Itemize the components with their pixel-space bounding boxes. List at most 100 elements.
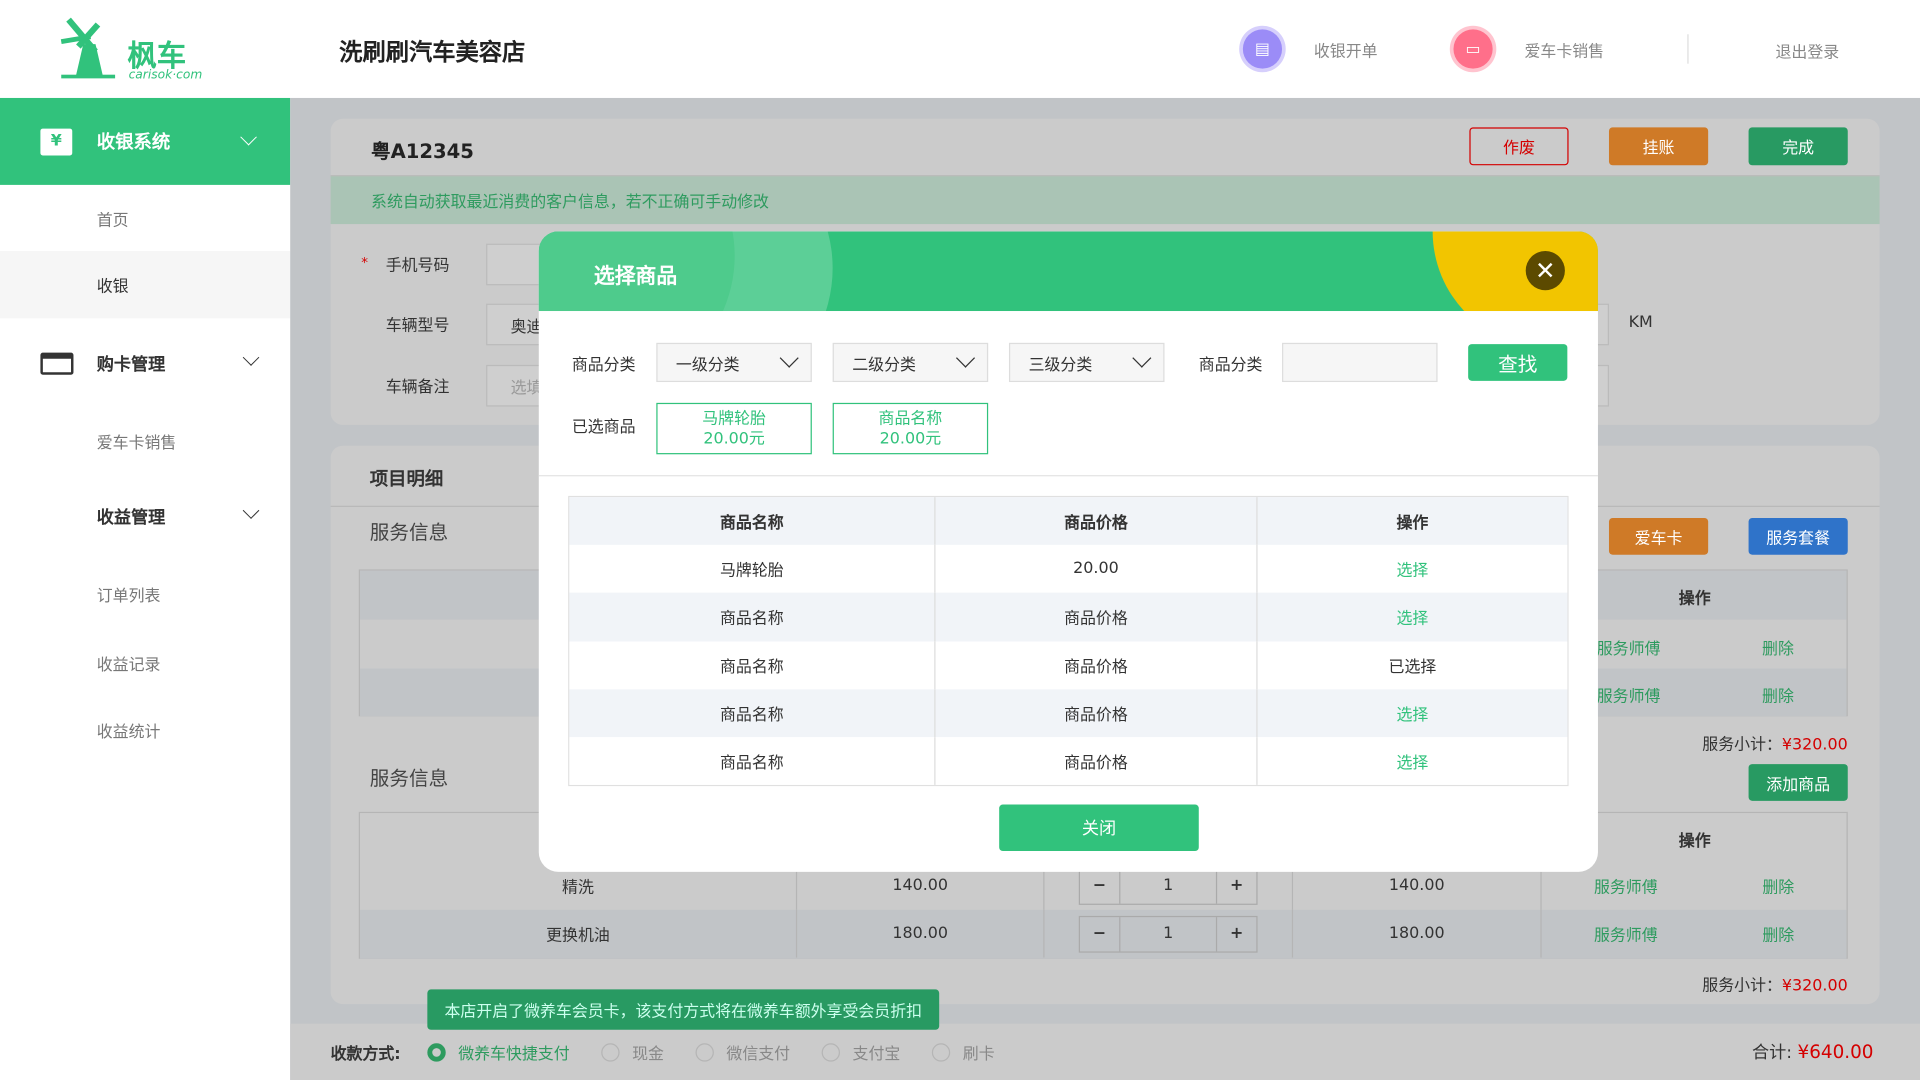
- table-header: 商品名称 商品价格 操作: [569, 497, 1568, 545]
- service-package-button[interactable]: 服务套餐: [1748, 517, 1848, 555]
- radio-icon[interactable]: [695, 1042, 715, 1062]
- car-card-button[interactable]: 爱车卡: [1608, 517, 1709, 555]
- goods-name: 商品名称: [569, 689, 936, 738]
- goods-price: 商品价格: [936, 641, 1258, 690]
- done-button[interactable]: 完成: [1748, 127, 1848, 166]
- goods-price: 20.00: [936, 544, 1258, 594]
- quantity-value[interactable]: 1: [1119, 868, 1218, 904]
- selected-label: 已选商品: [571, 418, 636, 438]
- remark-label: 车辆备注: [385, 378, 450, 397]
- model-label: 车辆型号: [385, 317, 450, 336]
- service-row: 更换机油 180.00 −1 + 180.00 服务师傅 删除: [360, 909, 1847, 958]
- table-row: 商品名称 商品价格 选择: [569, 689, 1568, 738]
- chip-name: 马牌轮胎: [702, 410, 766, 429]
- payment-option[interactable]: 支付宝: [821, 1040, 901, 1064]
- select-value: 二级分类: [852, 355, 916, 375]
- radio-icon[interactable]: [932, 1042, 951, 1062]
- goods-name: 商品名称: [569, 737, 936, 786]
- column-header: 商品名称: [569, 497, 936, 545]
- sidebar-group-cashier[interactable]: ¥ 收银系统: [0, 97, 291, 185]
- radio-icon[interactable]: [601, 1042, 620, 1062]
- close-button[interactable]: 关闭: [999, 804, 1199, 852]
- technician-link[interactable]: 服务师傅: [1594, 874, 1658, 897]
- sidebar-item-cashier[interactable]: 收银: [0, 251, 291, 319]
- payment-option[interactable]: 现金: [601, 1040, 664, 1064]
- chip-name: 商品名称: [878, 410, 943, 429]
- table-row: 商品名称 商品价格 已选择: [569, 641, 1568, 690]
- technician-link[interactable]: 服务师傅: [1597, 683, 1661, 706]
- delete-link[interactable]: 删除: [1762, 636, 1794, 658]
- selected-goods-chip[interactable]: 马牌轮胎 20.00元: [656, 402, 812, 455]
- technician-link[interactable]: 服务师傅: [1594, 922, 1658, 945]
- goods-price: 商品价格: [936, 737, 1258, 786]
- section-title: 服务信息: [369, 766, 449, 790]
- select-link[interactable]: 选择: [1258, 689, 1568, 737]
- filter-label-2: 商品分类: [1198, 356, 1263, 375]
- sidebar-item-order-list[interactable]: 订单列表: [0, 561, 290, 627]
- payment-option[interactable]: 微养车快捷支付: [427, 1040, 570, 1064]
- car-card-sales-label: 爱车卡销售: [1524, 42, 1605, 61]
- service-total: 180.00: [1293, 909, 1542, 958]
- category-select[interactable]: 一级分类: [656, 342, 812, 383]
- select-value: 一级分类: [675, 355, 740, 375]
- select-value: 三级分类: [1028, 355, 1093, 375]
- select-link[interactable]: 选择: [1258, 545, 1568, 593]
- sidebar-item-revenue-records[interactable]: 收益记录: [0, 629, 290, 695]
- select-link[interactable]: 选择: [1258, 593, 1568, 641]
- payment-option[interactable]: 刷卡: [932, 1040, 995, 1064]
- payment-option-label: 现金: [632, 1045, 664, 1064]
- quantity-value[interactable]: 1: [1119, 916, 1218, 951]
- km-unit: KM: [1628, 313, 1653, 332]
- cashier-order-link[interactable]: ▤ 收银开单: [1242, 29, 1378, 69]
- plus-icon[interactable]: +: [1217, 877, 1256, 895]
- total: 合计: ¥640.00: [1752, 1040, 1873, 1064]
- sidebar-group-revenue[interactable]: 收益管理: [0, 484, 290, 550]
- subtotal-label: 服务小计：: [1702, 735, 1782, 755]
- payment-option-label: 支付宝: [852, 1045, 901, 1064]
- close-icon[interactable]: ✕: [1525, 251, 1565, 291]
- section-title: 服务信息: [369, 520, 449, 544]
- divider: [538, 475, 1598, 477]
- table-row: 商品名称 商品价格 选择: [569, 737, 1568, 786]
- sidebar-item-revenue-stats[interactable]: 收益统计: [0, 697, 290, 763]
- radio-icon[interactable]: [821, 1042, 841, 1062]
- car-card-sales-link[interactable]: ▭ 爱车卡销售: [1453, 29, 1605, 69]
- goods-name: 商品名称: [569, 641, 936, 690]
- bill-icon: ▤: [1242, 29, 1283, 69]
- add-goods-button[interactable]: 添加商品: [1748, 764, 1848, 801]
- quantity-stepper[interactable]: −1 +: [1044, 909, 1294, 958]
- category-select[interactable]: 三级分类: [1008, 342, 1165, 383]
- radio-icon[interactable]: [427, 1042, 446, 1062]
- sidebar-item-car-card-sales[interactable]: 爱车卡销售: [0, 408, 290, 474]
- subtotal-1: 服务小计：¥320.00: [1702, 731, 1847, 754]
- sidebar-group-label: 收益管理: [96, 508, 166, 528]
- chevron-down-icon: [779, 348, 799, 368]
- sidebar-item-home[interactable]: 首页: [0, 185, 290, 251]
- selected-goods-chip[interactable]: 商品名称 20.00元: [832, 402, 989, 455]
- delete-link[interactable]: 删除: [1762, 922, 1794, 945]
- payment-option-label: 微信支付: [726, 1045, 791, 1064]
- payment-option-label: 刷卡: [962, 1045, 995, 1064]
- category-select[interactable]: 二级分类: [832, 342, 989, 383]
- delete-link[interactable]: 删除: [1762, 874, 1794, 897]
- subtotal-value: ¥320.00: [1781, 977, 1848, 996]
- payment-option[interactable]: 微信支付: [695, 1040, 791, 1064]
- table-row: 马牌轮胎 20.00 选择: [569, 544, 1568, 594]
- payment-option-label: 微养车快捷支付: [458, 1045, 570, 1064]
- category-search-input[interactable]: [1282, 342, 1438, 383]
- search-button[interactable]: 查找: [1468, 344, 1568, 381]
- service-name: 更换机油: [360, 909, 798, 958]
- delete-link[interactable]: 删除: [1762, 683, 1794, 706]
- logout-link[interactable]: 退出登录: [1776, 39, 1840, 62]
- subtotal-2: 服务小计：¥320.00: [1702, 972, 1847, 995]
- minus-icon[interactable]: −: [1080, 877, 1119, 895]
- credit-button[interactable]: 挂账: [1608, 127, 1709, 166]
- void-button[interactable]: 作废: [1469, 127, 1569, 166]
- plus-icon[interactable]: +: [1217, 924, 1256, 942]
- logo-subtext: carisok·com: [128, 68, 203, 83]
- select-link[interactable]: 选择: [1258, 737, 1568, 785]
- minus-icon[interactable]: −: [1080, 924, 1119, 942]
- subtotal-value: ¥320.00: [1781, 735, 1848, 755]
- sidebar-group-card-management[interactable]: 购卡管理: [0, 331, 290, 397]
- technician-link[interactable]: 服务师傅: [1597, 636, 1661, 658]
